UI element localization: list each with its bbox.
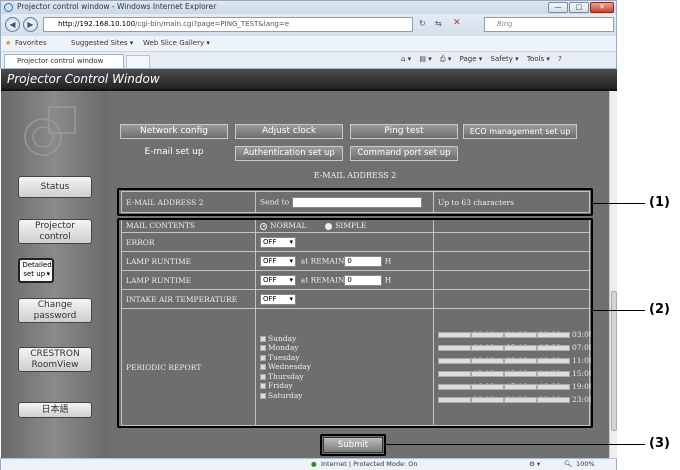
favorites-star-icon: ★ — [5, 39, 12, 47]
url-field[interactable]: http://192.168.10.100/cgi-bin/main.cgi?p… — [43, 17, 413, 32]
callout-label-1: (1) — [649, 195, 670, 210]
sidebar-item-detailed-setup[interactable]: Detailed set up — [18, 258, 54, 283]
callout-line-3 — [386, 444, 645, 445]
stop-icon[interactable]: ✕ — [453, 18, 461, 28]
close-button[interactable]: ✕ — [590, 2, 614, 13]
callout-box-1 — [117, 188, 593, 216]
command-bar: ⌂ ▾ ▤ ▾ ⎙ ▾ Page ▾ Safety ▾ Tools ▾ ? — [401, 55, 568, 64]
browser-tab-active[interactable]: Projector control window — [4, 54, 124, 68]
web-slice-gallery-link[interactable]: Web Slice Gallery ▾ — [143, 39, 210, 47]
scrollbar-thumb[interactable] — [611, 291, 617, 431]
security-zone: Internet | Protected Mode: On — [321, 460, 418, 468]
globe-icon: ● — [311, 460, 317, 468]
safety-menu[interactable]: Safety ▾ — [491, 55, 519, 63]
print-icon[interactable]: ⎙ ▾ — [440, 55, 451, 63]
page-menu[interactable]: Page ▾ — [460, 55, 483, 63]
feeds-icon[interactable]: ▤ ▾ — [419, 55, 431, 63]
back-icon[interactable]: ◀ — [5, 17, 20, 32]
callout-label-3: (3) — [649, 436, 670, 451]
callout-box-2 — [117, 218, 593, 428]
suggested-sites-link[interactable]: Suggested Sites ▾ — [71, 39, 133, 47]
vertical-scrollbar[interactable] — [609, 91, 617, 458]
callout-box-3 — [320, 434, 386, 456]
tab-ping-test[interactable]: Ping test — [350, 124, 458, 139]
sidebar-item-projector-control[interactable]: Projector control — [18, 219, 92, 244]
tools-menu[interactable]: Tools ▾ — [527, 55, 550, 63]
sidebar-item-japanese[interactable]: 日本語 — [18, 402, 92, 418]
tab-adjust-clock[interactable]: Adjust clock — [235, 124, 343, 139]
status-bar: ● Internet | Protected Mode: On ⚙ ▾ 🔍︎ 1… — [0, 458, 617, 470]
address-bar: ◀ ▶ http://192.168.10.100/cgi-bin/main.c… — [0, 14, 617, 36]
refresh-icon[interactable]: ↻ — [419, 19, 426, 28]
tab-email-setup[interactable]: E-mail set up — [120, 146, 228, 161]
protected-mode-icon[interactable]: ⚙ ▾ — [529, 460, 540, 468]
tab-authentication-setup[interactable]: Authentication set up — [235, 146, 343, 161]
window-titlebar: Projector control window - Windows Inter… — [0, 0, 617, 14]
tab-command-port-setup[interactable]: Command port set up — [350, 146, 458, 161]
search-input[interactable]: Bing — [484, 17, 614, 32]
page-title: Projector Control Window — [7, 72, 160, 86]
form-title: E-MAIL ADDRESS 2 — [313, 171, 397, 180]
ie-logo-icon — [4, 3, 13, 12]
window-title: Projector control window - Windows Inter… — [17, 2, 217, 11]
home-icon[interactable]: ⌂ ▾ — [401, 55, 411, 63]
zoom-icon[interactable]: 🔍︎ — [564, 460, 572, 468]
sidebar-item-status[interactable]: Status — [18, 176, 92, 198]
sidebar-item-change-password[interactable]: Change password — [18, 298, 92, 323]
callout-line-2 — [593, 310, 645, 311]
zoom-level[interactable]: 100% — [576, 460, 595, 468]
minimize-button[interactable]: — — [548, 2, 568, 13]
favorites-bar: ★ Favorites Suggested Sites ▾ Web Slice … — [0, 36, 617, 52]
new-tab-button[interactable] — [126, 55, 150, 68]
sidebar-item-crestron-roomview[interactable]: CRESTRON RoomView — [18, 347, 92, 372]
tab-network-config[interactable]: Network config — [120, 124, 228, 139]
forward-icon[interactable]: ▶ — [23, 17, 38, 32]
tab-eco-management[interactable]: ECO management set up — [463, 124, 577, 139]
callout-label-2: (2) — [649, 302, 670, 317]
maximize-button[interactable]: □ — [569, 2, 589, 13]
browser-tab-bar: Projector control window ⌂ ▾ ▤ ▾ ⎙ ▾ Pag… — [0, 52, 617, 69]
help-icon[interactable]: ? — [558, 55, 562, 63]
favorites-button[interactable]: Favorites — [15, 39, 47, 47]
projector-logo-icon — [24, 106, 76, 156]
sidebar: Status Projector control Detailed set up… — [1, 91, 108, 458]
page-header: Projector Control Window — [1, 69, 617, 91]
rss-icon[interactable]: ⇆ — [435, 19, 442, 28]
callout-line-1 — [593, 203, 645, 204]
